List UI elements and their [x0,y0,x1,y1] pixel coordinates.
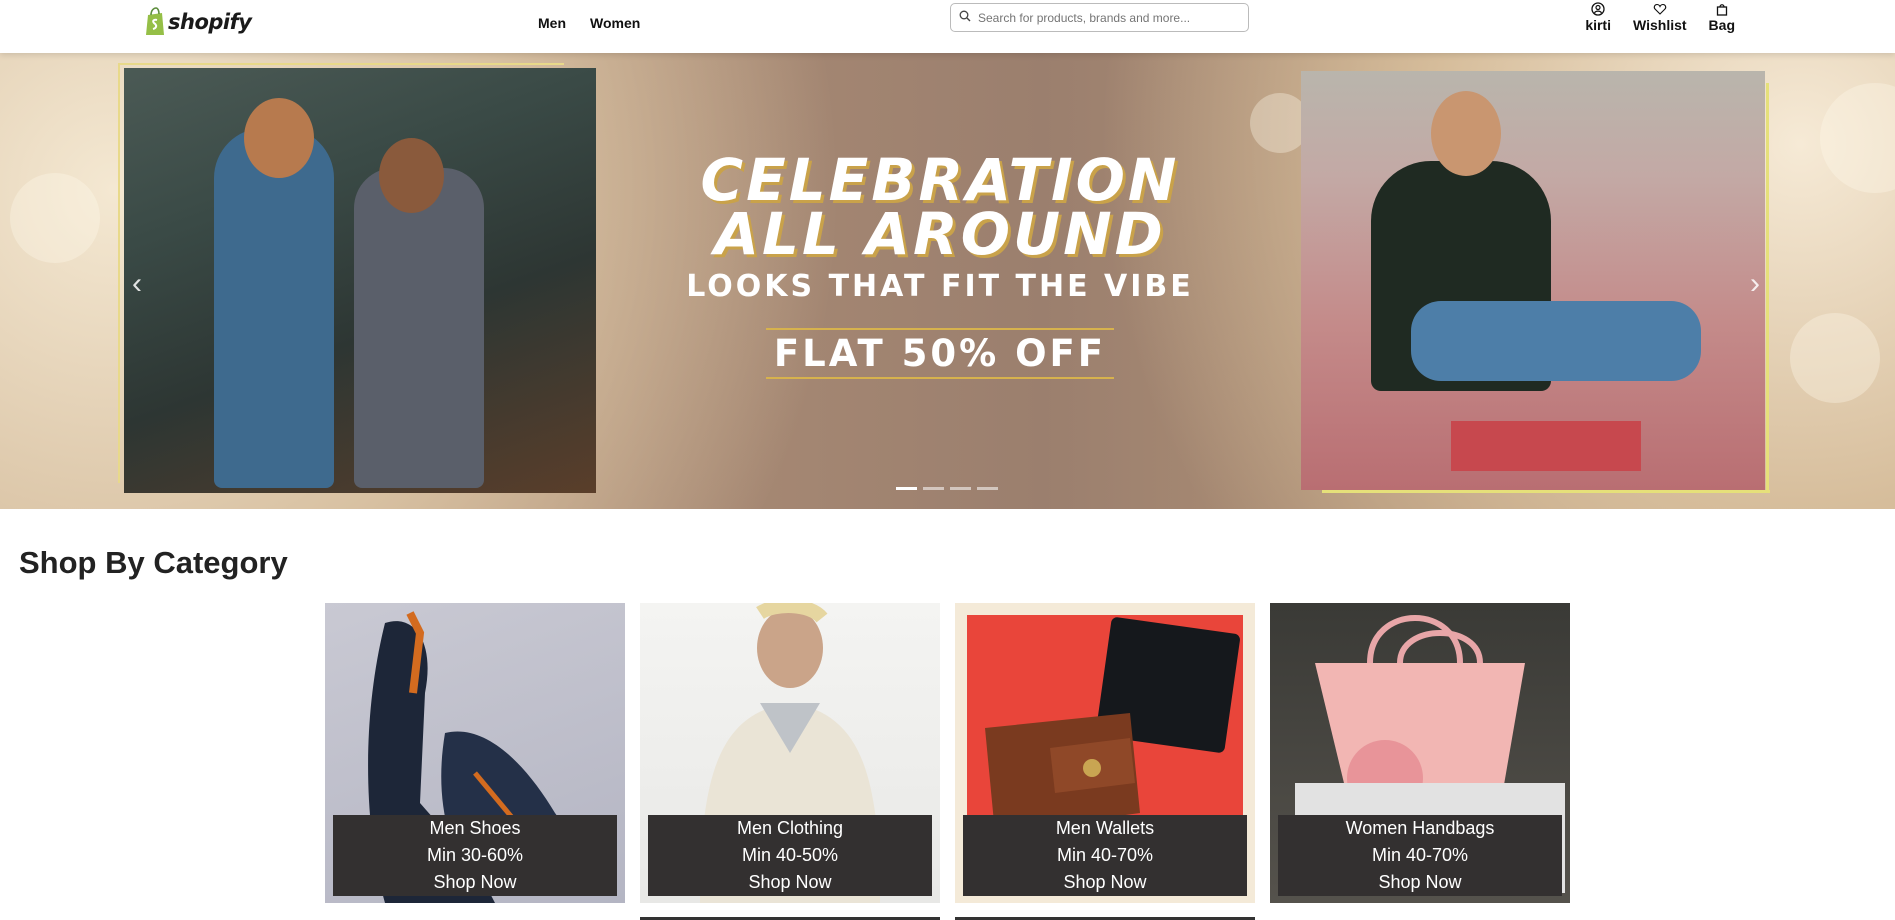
shop-now-link[interactable]: Shop Now [1278,869,1562,896]
category-discount: Min 40-50% [741,845,839,865]
main-nav: Men Women [538,15,640,31]
model-head [379,138,444,213]
model-figure [214,128,334,488]
shopify-logo[interactable]: shopify [145,7,252,37]
wishlist-label: Wishlist [1633,17,1687,33]
nav-women[interactable]: Women [590,15,640,31]
carousel-dot[interactable] [950,487,971,490]
gold-frame [1322,490,1770,493]
profile-label: kirti [1585,17,1611,33]
user-icon [1591,2,1605,16]
category-discount: Min 30-60% [426,845,524,865]
carousel-dot[interactable] [977,487,998,490]
category-name: Men Clothing [736,818,844,838]
search-icon [959,9,971,27]
category-overlay: Men Shoes Min 30-60% Shop Now [333,815,617,896]
hero-tagline: LOOKS THAT FIT THE VIBE [686,269,1194,304]
nav-men[interactable]: Men [538,15,566,31]
model-head [1431,91,1501,176]
category-card-men-shoes[interactable]: Men Shoes Min 30-60% Shop Now [325,603,625,903]
hero-headline: CELEBRATION ALL AROUND LOOKS THAT FIT TH… [600,146,1280,379]
category-name: Women Handbags [1345,818,1495,838]
hero-line-1: CELEBRATION [700,146,1180,214]
category-discount: Min 40-70% [1056,845,1154,865]
bag-icon [1716,4,1727,16]
carousel-dot[interactable] [896,487,917,490]
shopify-bag-icon [145,7,165,37]
category-card-men-wallets[interactable]: Men Wallets Min 40-70% Shop Now [955,603,1255,903]
top-navbar: shopify Men Women kirti Wishlist Bag [0,0,1895,53]
carousel-next-button[interactable]: › [1750,267,1760,301]
category-overlay: Women Handbags Min 40-70% Shop Now [1278,815,1562,896]
carousel-dot[interactable] [923,487,944,490]
category-overlay: Men Wallets Min 40-70% Shop Now [963,815,1247,896]
category-card-women-handbags[interactable]: Women Handbags Min 40-70% Shop Now [1270,603,1570,903]
shop-now-link[interactable]: Shop Now [333,869,617,896]
model-figure [354,168,484,488]
carousel-prev-button[interactable]: ‹ [132,267,142,301]
heart-icon [1653,3,1667,15]
bag-label: Bag [1708,17,1735,33]
gold-frame [118,63,120,483]
wishlist-button[interactable]: Wishlist [1633,2,1687,33]
carousel-indicators [896,487,998,490]
header-actions: kirti Wishlist Bag [1585,2,1735,33]
stool [1451,421,1641,471]
logo-text: shopify [168,10,252,34]
model-head [244,98,314,178]
bokeh-decor [1820,83,1895,193]
profile-button[interactable]: kirti [1585,2,1611,33]
hero-image-men [1301,71,1765,490]
hero-line-2: ALL AROUND [714,200,1166,268]
category-name: Men Shoes [429,818,521,838]
shop-now-link[interactable]: Shop Now [963,869,1247,896]
category-name: Men Wallets [1055,818,1155,838]
search-bar[interactable] [950,3,1249,32]
bag-button[interactable]: Bag [1709,2,1735,33]
category-grid: Men Shoes Min 30-60% Shop Now Men Clothi… [325,603,1570,903]
hero-offer: FLAT 50% OFF [765,328,1115,379]
model-jeans [1411,301,1701,381]
gold-frame [1766,83,1769,493]
shop-now-link[interactable]: Shop Now [648,869,932,896]
category-overlay: Men Clothing Min 40-50% Shop Now [648,815,932,896]
search-input[interactable] [978,10,1228,25]
category-discount: Min 40-70% [1371,845,1469,865]
hero-image-women [124,68,596,493]
bokeh-decor [1790,313,1880,403]
bokeh-decor [10,173,100,263]
section-title: Shop By Category [19,545,288,580]
category-card-men-clothing[interactable]: Men Clothing Min 40-50% Shop Now [640,603,940,903]
hero-carousel[interactable]: CELEBRATION ALL AROUND LOOKS THAT FIT TH… [0,53,1895,509]
gold-frame [118,63,564,65]
